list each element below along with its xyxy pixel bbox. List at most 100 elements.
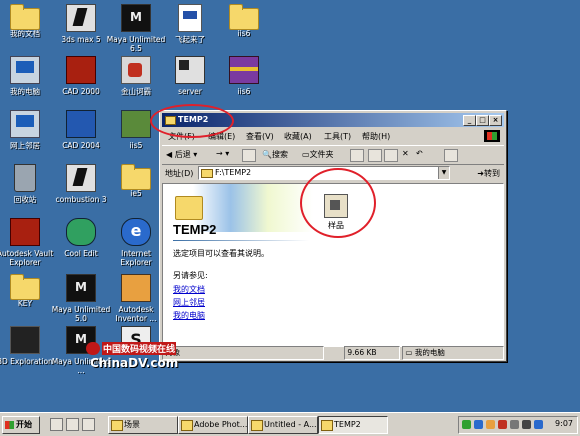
tray-app-icon[interactable] [522, 420, 531, 429]
back-button[interactable]: ◀ 后退 ▾ [166, 149, 197, 160]
app-icon [66, 218, 96, 246]
app-icon [181, 420, 193, 431]
start-label: 开始 [16, 420, 32, 429]
trash-icon [14, 164, 36, 192]
icon-label: 3D Exploration [0, 357, 53, 366]
link-network-places[interactable]: 网上邻居 [173, 297, 205, 308]
cool-edit-icon[interactable]: Cool Edit [51, 218, 111, 258]
menu-help[interactable]: 帮助(H) [362, 131, 390, 142]
task-temp2[interactable]: TEMP2 [318, 416, 388, 434]
tray-app-icon[interactable] [486, 420, 495, 429]
views-icon[interactable] [444, 149, 458, 162]
icon-label: 金山词霸 [121, 87, 151, 96]
3dsmax-icon[interactable]: 3ds max 5 [51, 4, 111, 44]
address-label: 地址(D) [165, 169, 194, 178]
iis6-rar-icon[interactable]: iis6 [214, 56, 274, 96]
app-icon [66, 110, 96, 138]
icon-label: Internet Explorer [120, 249, 152, 267]
maya-icon [121, 4, 151, 32]
tray-network-icon[interactable] [474, 420, 483, 429]
quicklaunch-outlook-icon[interactable] [82, 418, 95, 431]
system-tray: 9:07 [458, 416, 578, 434]
icon-label: 飞起来了 [175, 35, 205, 44]
close-button[interactable]: × [489, 115, 502, 126]
my-computer-icon[interactable]: 我的电脑 [0, 56, 55, 96]
3d-exploration-icon[interactable]: 3D Exploration [0, 326, 55, 366]
chevron-down-icon[interactable]: ▼ [438, 167, 449, 179]
recycle-bin-icon[interactable]: 回收站 [0, 164, 55, 204]
tray-app-icon[interactable] [534, 420, 543, 429]
move-to-icon[interactable] [368, 149, 382, 162]
search-button[interactable]: 🔍搜索 [262, 149, 288, 160]
back-label: 后退 [174, 150, 191, 159]
vault-explorer-icon[interactable]: Autodesk Vault Explorer [0, 218, 55, 267]
undo-icon[interactable]: ↶ [416, 149, 423, 158]
cad2004-icon[interactable]: CAD 2004 [51, 110, 111, 150]
icon-label: 3ds max 5 [61, 35, 101, 44]
folder-icon [121, 164, 151, 190]
clock[interactable]: 9:07 [555, 419, 573, 428]
menu-tools[interactable]: 工具(T) [324, 131, 351, 142]
select-hint: 选定项目可以查看其说明。 [173, 249, 269, 258]
server-icon[interactable]: server [160, 56, 220, 96]
watermark-line1: 中国数码视频在线 [102, 342, 177, 355]
cad2000-icon[interactable]: CAD 2000 [51, 56, 111, 96]
delete-icon[interactable]: ✕ [402, 149, 409, 158]
menu-view[interactable]: 查看(V) [246, 131, 274, 142]
status-objects: 对象 [162, 346, 324, 360]
maximize-button[interactable]: □ [476, 115, 489, 126]
icon-label: iis5 [129, 141, 143, 150]
task-scene[interactable]: 场景 [108, 416, 178, 434]
inventor-icon[interactable]: Autodesk Inventor ... [106, 274, 166, 323]
menu-favorites[interactable]: 收藏(A) [284, 131, 312, 142]
icon-label: CAD 2000 [62, 87, 100, 96]
key-icon[interactable]: KEY [0, 274, 55, 308]
quicklaunch-ie-icon[interactable] [66, 418, 79, 431]
app-icon [121, 110, 151, 138]
tray-app-icon[interactable] [498, 420, 507, 429]
app-icon [66, 4, 96, 32]
feiqilaile-icon[interactable]: 飞起来了 [160, 4, 220, 44]
start-button[interactable]: 开始 [2, 416, 40, 434]
internet-explorer-icon[interactable]: Internet Explorer [106, 218, 166, 267]
network-places-icon[interactable]: 网上邻居 [0, 110, 55, 150]
forward-button[interactable]: → ▾ [216, 149, 229, 158]
icon-label: Autodesk Vault Explorer [0, 249, 54, 267]
folder-icon [111, 420, 123, 431]
tray-app-icon[interactable] [462, 420, 471, 429]
see-also-label: 另请参见: [173, 271, 208, 280]
task-label: Untitled - A... [264, 420, 317, 429]
minimize-button[interactable]: _ [463, 115, 476, 126]
icon-label: Maya Unlimited 6.5 [106, 35, 166, 53]
volume-icon[interactable] [510, 420, 519, 429]
folder-icon [10, 4, 40, 30]
task-photoshop[interactable]: Adobe Phot... [178, 416, 248, 434]
link-my-computer[interactable]: 我的电脑 [173, 310, 205, 321]
app-icon [66, 56, 96, 84]
jinshan-icon[interactable]: 金山词霸 [106, 56, 166, 96]
maya-icon [66, 274, 96, 302]
task-untitled[interactable]: Untitled - A... [248, 416, 318, 434]
title-divider [173, 240, 309, 241]
folders-button[interactable]: ▭文件夹 [302, 149, 334, 160]
icon-label: iis6 [237, 87, 251, 96]
iis6-folder-icon[interactable]: iis6 [214, 4, 274, 38]
link-my-documents[interactable]: 我的文档 [173, 284, 205, 295]
maya65-icon[interactable]: Maya Unlimited 6.5 [106, 4, 166, 53]
folder-icon [229, 4, 259, 30]
quicklaunch-desktop-icon[interactable] [50, 418, 63, 431]
combustion-icon[interactable]: combustion 3 [51, 164, 111, 204]
up-folder-icon[interactable] [242, 149, 256, 162]
ie5-icon[interactable]: ie5 [106, 164, 166, 198]
task-label: 场景 [124, 420, 140, 429]
my-documents-icon[interactable]: 我的文档 [0, 4, 55, 38]
icon-label: KEY [17, 299, 33, 308]
ie-icon [121, 218, 151, 246]
address-value: F:\TEMP2 [215, 168, 252, 177]
history-icon[interactable] [350, 149, 364, 162]
maya5-icon[interactable]: Maya Unlimited 5.0 [51, 274, 111, 323]
go-button[interactable]: ➜转到 [477, 168, 500, 179]
copy-to-icon[interactable] [384, 149, 398, 162]
icon-label: 回收站 [13, 195, 37, 204]
toolbar: ◀ 后退 ▾ → ▾ 🔍搜索 ▭文件夹 ✕ ↶ [162, 145, 504, 165]
